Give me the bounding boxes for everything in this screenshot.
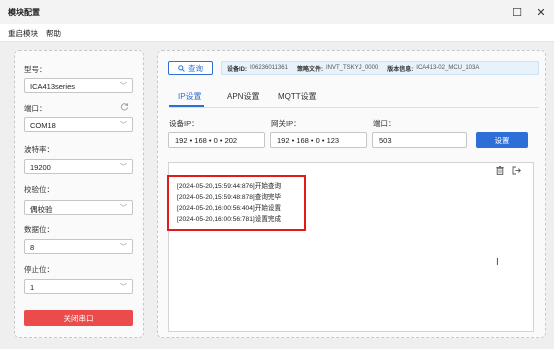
chevron-down-icon: ﹀ bbox=[120, 284, 127, 291]
tab-ip-settings[interactable]: IP设置 bbox=[178, 91, 202, 102]
databits-value: 8 bbox=[30, 243, 35, 252]
chevron-down-icon: ﹀ bbox=[120, 244, 127, 251]
chevron-down-icon: ﹀ bbox=[120, 83, 127, 90]
window-title: 模块配置 bbox=[8, 8, 40, 17]
chevron-down-icon: ﹀ bbox=[120, 164, 127, 171]
parity-label: 校验位： bbox=[24, 185, 54, 194]
device-info-bar: 设备ID: I06236011361 策略文件: INVT_TSKYJ_0000… bbox=[221, 61, 539, 75]
search-icon bbox=[178, 64, 185, 72]
menu-restart-module[interactable]: 重启模块 bbox=[8, 28, 38, 39]
baud-label: 波特率： bbox=[24, 145, 54, 154]
tab-divider bbox=[169, 107, 539, 108]
chevron-down-icon: ﹀ bbox=[120, 122, 127, 129]
gateway-ip-input[interactable]: 192 • 168 • 0 • 123 bbox=[270, 132, 367, 148]
policy-value: INVT_TSKYJ_0000 bbox=[325, 65, 379, 71]
model-label: 型号： bbox=[24, 65, 47, 74]
device-id-value: I06236011361 bbox=[250, 65, 288, 71]
parity-value: 偶校验 bbox=[30, 205, 53, 214]
model-select[interactable]: ICA413series ﹀ bbox=[24, 78, 133, 93]
chevron-down-icon: ﹀ bbox=[120, 205, 127, 212]
policy-label: 策略文件: bbox=[296, 66, 323, 73]
device-id-label: 设备ID: bbox=[227, 66, 247, 73]
text-cursor-icon: I bbox=[496, 257, 499, 268]
databits-select[interactable]: 8 ﹀ bbox=[24, 239, 133, 254]
stopbits-value: 1 bbox=[30, 283, 35, 292]
trash-icon[interactable] bbox=[496, 166, 504, 177]
title-bar: 模块配置 ☐ ✕ bbox=[0, 0, 554, 24]
baud-select[interactable]: 19200 ﹀ bbox=[24, 159, 133, 174]
baud-value: 19200 bbox=[30, 163, 51, 172]
ip-port-input[interactable]: 503 bbox=[372, 132, 467, 148]
ip-port-label: 端口： bbox=[373, 119, 396, 128]
refresh-icon[interactable] bbox=[120, 102, 129, 113]
port-label: 端口： bbox=[24, 104, 47, 113]
export-icon[interactable] bbox=[512, 166, 521, 177]
close-port-button[interactable]: 关闭串口 bbox=[24, 310, 133, 326]
close-button[interactable]: ✕ bbox=[532, 3, 550, 21]
menu-help[interactable]: 帮助 bbox=[46, 28, 61, 39]
port-select[interactable]: COM18 ﹀ bbox=[24, 117, 133, 132]
device-ip-label: 设备IP： bbox=[169, 119, 199, 128]
maximize-button[interactable]: ☐ bbox=[508, 3, 526, 21]
query-label: 查询 bbox=[188, 63, 203, 73]
tab-mqtt-settings[interactable]: MQTT设置 bbox=[278, 91, 317, 102]
stopbits-select[interactable]: 1 ﹀ bbox=[24, 279, 133, 294]
tab-apn-settings[interactable]: APN设置 bbox=[227, 91, 259, 102]
set-button[interactable]: 设置 bbox=[476, 132, 528, 148]
port-value: COM18 bbox=[30, 121, 56, 130]
version-label: 版本信息: bbox=[387, 66, 414, 73]
version-value: ICA413-02_MCU_103A bbox=[416, 65, 480, 71]
device-ip-input[interactable]: 192 • 168 • 0 • 202 bbox=[168, 132, 265, 148]
menu-bar: 重启模块 帮助 bbox=[0, 24, 554, 42]
stopbits-label: 停止位： bbox=[24, 265, 54, 274]
databits-label: 数据位： bbox=[24, 225, 54, 234]
parity-select[interactable]: 偶校验 ﹀ bbox=[24, 200, 133, 215]
gateway-ip-label: 网关IP： bbox=[271, 119, 301, 128]
log-highlight-box bbox=[167, 175, 306, 231]
query-button[interactable]: 查询 bbox=[168, 61, 213, 75]
model-value: ICA413series bbox=[30, 82, 76, 91]
